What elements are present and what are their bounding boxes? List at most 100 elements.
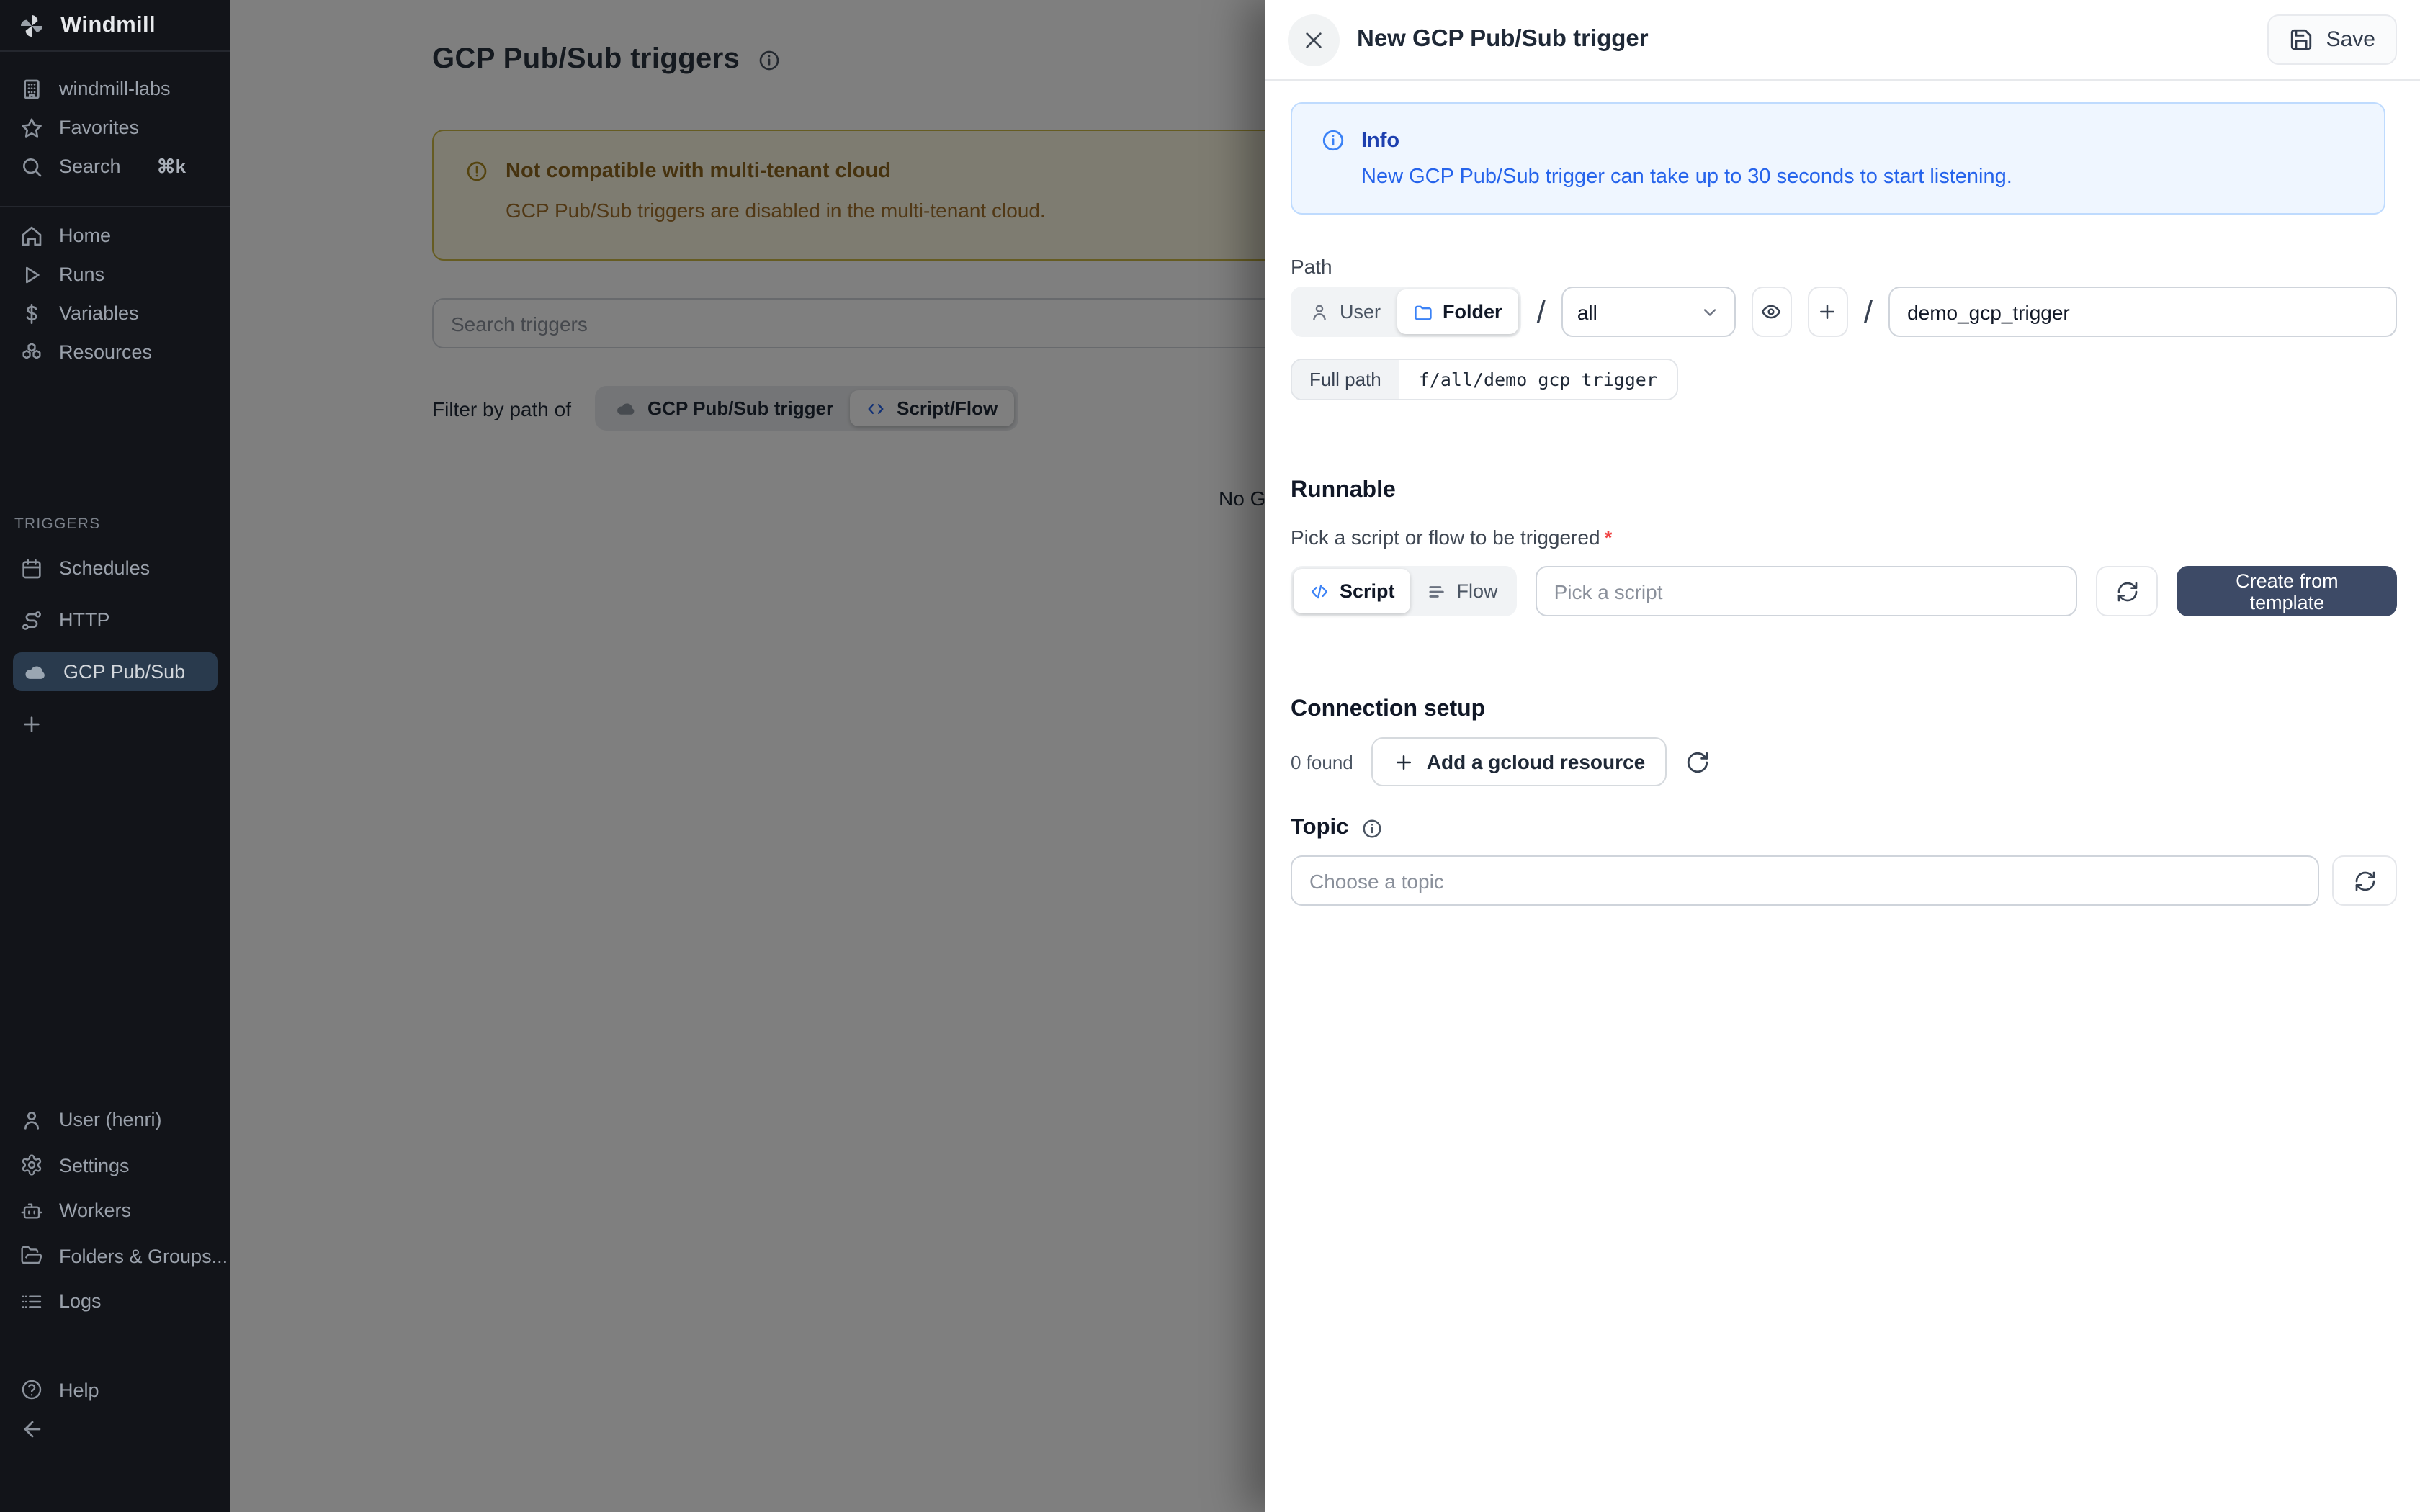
sidebar: Windmill windmill-labs Favorites Search …: [0, 0, 230, 1512]
windmill-logo-icon: [17, 11, 46, 40]
runnable-toggle-script[interactable]: Script: [1294, 569, 1411, 613]
folder-icon: [1412, 302, 1433, 322]
flow-icon: [1427, 581, 1447, 601]
create-from-template-label: Create from template: [2199, 570, 2375, 613]
full-path-badge: Full path f/all/demo_gcp_trigger: [1291, 359, 1679, 400]
refresh-icon: [2353, 869, 2376, 892]
owner-toggle-user[interactable]: User: [1294, 289, 1397, 334]
runnable-kind-toggle-group: Script Flow: [1291, 566, 1517, 616]
runnable-description: Pick a script or flow to be triggered*: [1291, 526, 2397, 549]
arrow-left-icon: [20, 1416, 45, 1441]
refresh-scripts-button[interactable]: [2096, 566, 2159, 616]
brand-label: Windmill: [60, 12, 156, 38]
info-title: Info: [1361, 129, 1399, 152]
sidebar-item-workspace[interactable]: windmill-labs: [0, 69, 230, 108]
route-icon: [20, 608, 43, 631]
brand[interactable]: Windmill: [0, 0, 230, 52]
bot-icon: [20, 1200, 43, 1223]
info-banner: Info New GCP Pub/Sub trigger can take up…: [1291, 102, 2385, 215]
sidebar-item-resources[interactable]: Resources: [0, 333, 230, 372]
runnable-toggle-label: Script: [1340, 580, 1395, 602]
view-folder-button[interactable]: [1752, 287, 1792, 337]
refresh-resources-button[interactable]: [1685, 750, 1710, 774]
sidebar-item-schedules[interactable]: Schedules: [0, 549, 230, 588]
sidebar-item-settings[interactable]: Settings: [0, 1143, 230, 1188]
sidebar-item-user[interactable]: User (henri): [0, 1097, 230, 1143]
sidebar-item-label: Search: [59, 156, 121, 177]
chevron-down-icon: [1700, 302, 1720, 322]
user-icon: [20, 1109, 43, 1132]
sidebar-nav-section: Home Runs Variables Resources: [0, 207, 230, 372]
collapse-sidebar-button[interactable]: [0, 1409, 230, 1448]
triggers-section-label: TRIGGERS: [0, 516, 230, 537]
plus-icon: [1817, 301, 1839, 323]
sidebar-item-label: Schedules: [59, 557, 150, 579]
sidebar-item-http[interactable]: HTTP: [0, 600, 230, 639]
trigger-name-input[interactable]: [1888, 287, 2397, 337]
sidebar-item-workers[interactable]: Workers: [0, 1188, 230, 1233]
refresh-icon: [2115, 580, 2138, 603]
sidebar-item-logs[interactable]: Logs: [0, 1279, 230, 1324]
owner-toggle-label: Folder: [1443, 301, 1502, 323]
info-icon[interactable]: [1361, 817, 1383, 839]
sidebar-item-label: Folders & Groups...: [59, 1246, 228, 1267]
save-button[interactable]: Save: [2267, 14, 2397, 65]
sidebar-item-gcp-pubsub[interactable]: GCP Pub/Sub: [13, 652, 218, 691]
sidebar-item-search[interactable]: Search ⌘k: [0, 147, 230, 186]
save-button-label: Save: [2326, 27, 2375, 52]
info-message: New GCP Pub/Sub trigger can take up to 3…: [1361, 166, 2355, 189]
sidebar-item-folders-groups[interactable]: Folders & Groups...: [0, 1233, 230, 1279]
plus-icon: [1394, 751, 1415, 773]
sidebar-item-label: Help: [59, 1379, 99, 1400]
eye-icon: [1761, 301, 1783, 323]
dollar-icon: [20, 302, 43, 325]
code-icon: [1309, 581, 1330, 601]
close-icon: [1302, 28, 1325, 51]
drawer-body: Info New GCP Pub/Sub trigger can take up…: [1265, 81, 2420, 1512]
sidebar-item-runs[interactable]: Runs: [0, 255, 230, 294]
add-gcloud-resource-label: Add a gcloud resource: [1427, 750, 1645, 773]
folder-open-icon: [20, 1245, 43, 1268]
full-path-value: f/all/demo_gcp_trigger: [1399, 360, 1677, 399]
folder-select[interactable]: all: [1561, 287, 1736, 337]
path-row: User Folder / all /: [1291, 287, 2397, 337]
owner-toggle-folder[interactable]: Folder: [1397, 289, 1518, 334]
sidebar-item-label: windmill-labs: [59, 78, 171, 99]
connection-section-title: Connection setup: [1291, 697, 2397, 723]
runnable-section-title: Runnable: [1291, 478, 2397, 504]
sidebar-item-label: GCP Pub/Sub: [63, 661, 185, 683]
close-drawer-button[interactable]: [1288, 14, 1340, 66]
help-icon: [20, 1378, 43, 1401]
add-folder-button[interactable]: [1808, 287, 1848, 337]
topic-section-header: Topic: [1291, 815, 2397, 841]
cloud-icon: [23, 660, 48, 684]
info-icon: [1321, 128, 1345, 153]
drawer-header: New GCP Pub/Sub trigger Save: [1265, 0, 2420, 81]
sidebar-item-label: Variables: [59, 302, 139, 324]
sidebar-item-variables[interactable]: Variables: [0, 294, 230, 333]
add-gcloud-resource-button[interactable]: Add a gcloud resource: [1372, 737, 1667, 786]
create-from-template-button[interactable]: Create from template: [2177, 566, 2397, 616]
gear-icon: [20, 1154, 43, 1177]
required-mark: *: [1605, 526, 1613, 549]
sidebar-item-label: Runs: [59, 264, 104, 285]
sidebar-item-label: Resources: [59, 341, 152, 363]
runnable-description-text: Pick a script or flow to be triggered: [1291, 526, 1600, 549]
choose-topic-input[interactable]: [1291, 855, 2319, 906]
sidebar-item-label: Favorites: [59, 117, 139, 138]
resources-found-count: 0 found: [1291, 751, 1353, 773]
building-icon: [20, 77, 43, 100]
sidebar-item-label: User (henri): [59, 1110, 162, 1131]
add-trigger-kind-button[interactable]: [0, 704, 230, 743]
pick-script-input[interactable]: [1536, 566, 2077, 616]
sidebar-item-favorites[interactable]: Favorites: [0, 108, 230, 147]
owner-toggle-label: User: [1340, 301, 1381, 323]
runnable-toggle-flow[interactable]: Flow: [1411, 569, 1514, 613]
search-shortcut: ⌘k: [157, 155, 186, 178]
sidebar-item-home[interactable]: Home: [0, 216, 230, 255]
full-path-label: Full path: [1292, 360, 1399, 399]
sidebar-top-section: windmill-labs Favorites Search ⌘k: [0, 52, 230, 207]
refresh-topics-button[interactable]: [2332, 855, 2397, 906]
sidebar-item-help[interactable]: Help: [0, 1370, 230, 1409]
new-trigger-drawer: New GCP Pub/Sub trigger Save Info New GC…: [1265, 0, 2420, 1512]
